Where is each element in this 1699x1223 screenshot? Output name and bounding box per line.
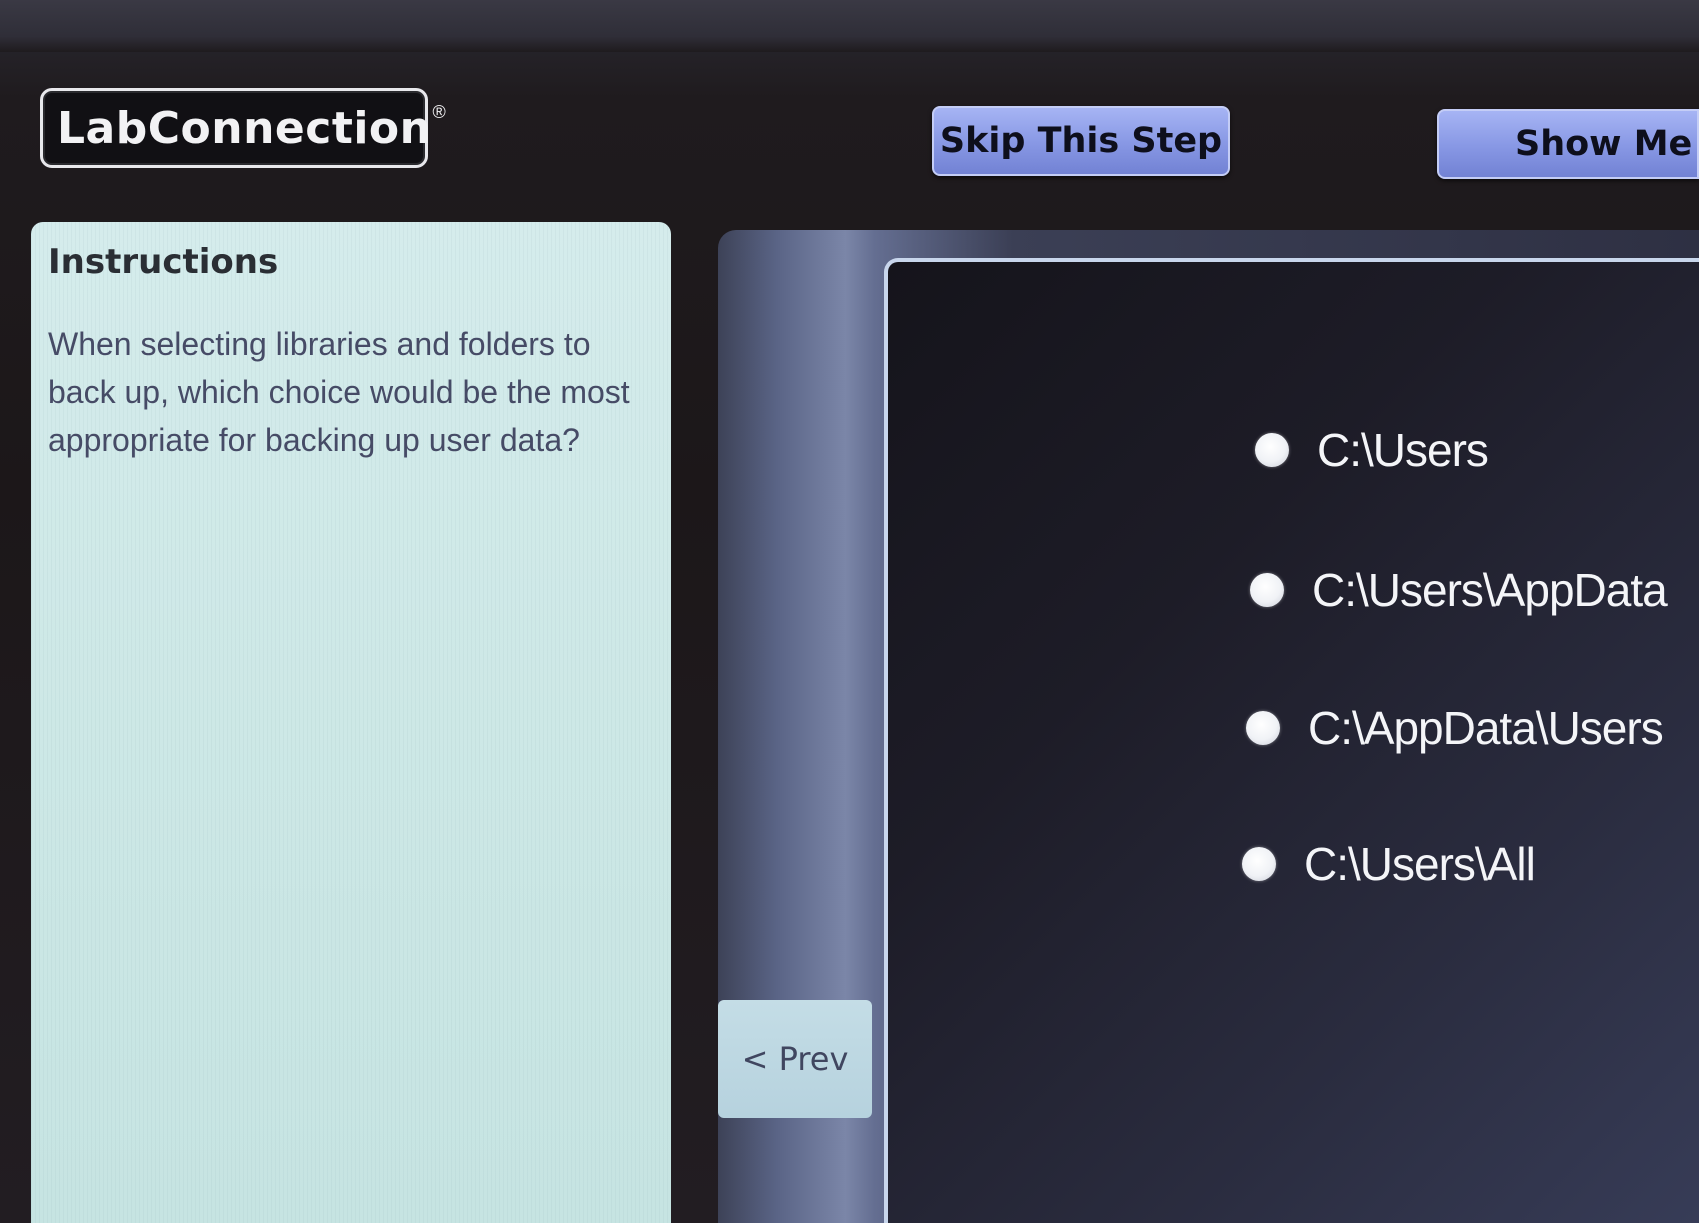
labconnection-logo: LabConnection ® [40,88,446,168]
skip-this-step-button[interactable]: Skip This Step [932,106,1230,176]
show-me-button[interactable]: Show Me [1437,109,1699,179]
prev-button[interactable]: < Prev [718,1000,872,1118]
instructions-title: Instructions [48,242,279,282]
registered-mark: ® [432,101,446,122]
option-label: C:\Users [1317,424,1489,476]
radio-button-icon[interactable] [1255,433,1289,467]
radio-button-icon[interactable] [1250,573,1284,607]
radio-button-icon[interactable] [1242,847,1276,881]
radio-button-icon[interactable] [1246,711,1280,745]
logo-text: LabConnection [57,102,432,154]
option-users-appdata[interactable]: C:\Users\AppData [1250,560,1668,620]
option-label: C:\AppData\Users [1308,702,1664,754]
instructions-text: When selecting libraries and folders to … [48,326,630,458]
option-users-all[interactable]: C:\Users\All [1242,834,1536,894]
instructions-panel: Instructions When selecting libraries an… [31,222,671,1223]
option-users[interactable]: C:\Users [1255,420,1489,480]
option-appdata-users[interactable]: C:\AppData\Users [1246,698,1664,758]
screen-top-bezel [0,0,1699,52]
option-label: C:\Users\AppData [1312,564,1668,616]
option-label: C:\Users\All [1304,838,1536,890]
